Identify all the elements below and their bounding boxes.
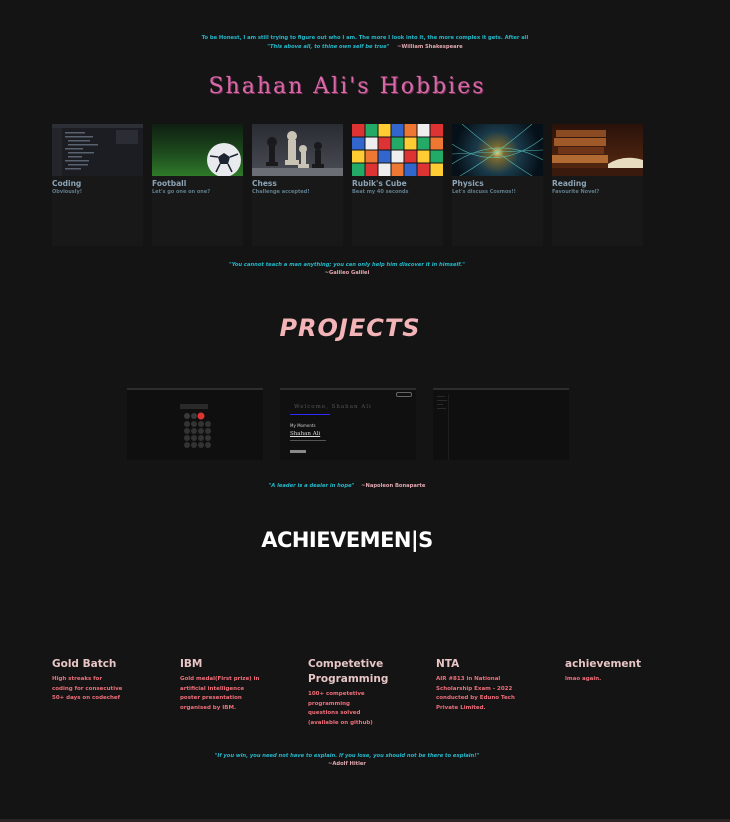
hobby-name: Coding <box>52 179 82 188</box>
intro-quote: "This above all, to thine own self be tr… <box>267 44 390 50</box>
hobby-name: Reading <box>552 179 587 188</box>
projects-title: PROJECTS <box>279 314 421 342</box>
hobby-desc: Let's discuss Cosmos!! <box>452 189 516 195</box>
hobby-desc: Let's go one on one? <box>152 189 211 195</box>
quote-text: "You cannot teach a man anything; you ca… <box>229 262 465 268</box>
achievement-title: Competetive Programming <box>308 658 389 685</box>
achievement-title: Gold Batch <box>52 658 117 670</box>
calculator-screenshot <box>180 404 211 448</box>
intro-quote-author: ~William Shakespeare <box>397 44 463 50</box>
hobby-name: Rubik's Cube <box>352 179 407 188</box>
hobby-desc: Beat my 40 seconds <box>352 189 409 195</box>
hobbies-title: Shahan Ali's Hobbies <box>208 74 486 99</box>
hobby-card-coding[interactable]: Coding Obviously! <box>52 124 143 246</box>
intro-text: To be Honest, I am still trying to figur… <box>150 34 580 52</box>
chess-image <box>252 124 343 176</box>
achievement-desc: High streaks for coding for consecutive … <box>52 676 123 701</box>
editor-screenshot <box>437 394 449 460</box>
project-heading: Welcome, Shahan Ali <box>294 404 372 410</box>
hobby-name: Chess <box>252 179 277 188</box>
quote-hitler: "If you win, you need not have to explai… <box>0 752 694 768</box>
achievement-title: IBM <box>180 658 203 670</box>
quote-napoleon: "A leader is a dealer in hope" ~Napoleon… <box>0 482 694 490</box>
quote-galileo: "You cannot teach a man anything; you ca… <box>0 261 694 277</box>
hobbies-grid: Coding Obviously! Football Let's go one … <box>52 124 644 246</box>
coding-image <box>52 124 143 176</box>
hobby-card-rubiks-cube[interactable]: Rubik's Cube Beat my 40 seconds <box>352 124 443 246</box>
project-line: My Moments <box>290 423 316 428</box>
achievement-lmao: achievement lmao again. <box>565 657 683 685</box>
hobby-desc: Favourite Novel? <box>552 189 600 195</box>
achievement-desc: AIR #813 in National Scholarship Exam - … <box>436 676 515 711</box>
hobby-desc: Challenge accepted! <box>252 189 310 195</box>
achievement-nta: NTA AIR #813 in National Scholarship Exa… <box>436 657 554 713</box>
physics-image <box>452 124 543 176</box>
achievement-title: achievement <box>565 658 642 670</box>
project-webpage[interactable]: Welcome, Shahan Ali My Moments Shahan Al… <box>280 388 416 460</box>
quote-text: "A leader is a dealer in hope" <box>268 483 355 489</box>
project-link: Shahan Ali <box>290 431 321 437</box>
football-image <box>152 124 243 176</box>
quote-text: "If you win, you need not have to explai… <box>214 753 480 759</box>
hobby-card-chess[interactable]: Chess Challenge accepted! <box>252 124 343 246</box>
project-editor[interactable] <box>433 388 569 460</box>
achievement-ibm: IBM Gold medal(First prize) in artificia… <box>180 657 298 713</box>
intro-paragraph: To be Honest, I am still trying to figur… <box>201 35 529 41</box>
hobby-card-football[interactable]: Football Let's go one on one? <box>152 124 243 246</box>
rubiks-cube-image <box>352 124 443 176</box>
hobby-name: Football <box>152 179 187 188</box>
hobby-desc: Obviously! <box>52 189 83 195</box>
achievement-competitive-programming: Competetive Programming 100+ competetive… <box>308 657 426 728</box>
quote-author: ~Napoleon Bonaparte <box>361 483 426 489</box>
achievement-desc: lmao again. <box>565 676 602 682</box>
achievements-title: ACHIEVEMEN|S <box>261 528 433 552</box>
hobby-name: Physics <box>452 179 484 188</box>
achievement-title: NTA <box>436 658 460 670</box>
menu-button <box>396 392 412 397</box>
reading-image <box>552 124 643 176</box>
project-calculator[interactable] <box>127 388 263 460</box>
quote-author: ~Adolf Hitler <box>328 761 366 767</box>
hobby-card-reading[interactable]: Reading Favourite Novel? <box>552 124 643 246</box>
quote-author: ~Galileo Galilei <box>324 270 370 276</box>
achievement-desc: 100+ competetive programming questions s… <box>308 691 373 726</box>
achievement-gold-batch: Gold Batch High streaks for coding for c… <box>52 657 170 704</box>
hobby-card-physics[interactable]: Physics Let's discuss Cosmos!! <box>452 124 543 246</box>
achievement-desc: Gold medal(First prize) in artificial in… <box>180 676 260 711</box>
